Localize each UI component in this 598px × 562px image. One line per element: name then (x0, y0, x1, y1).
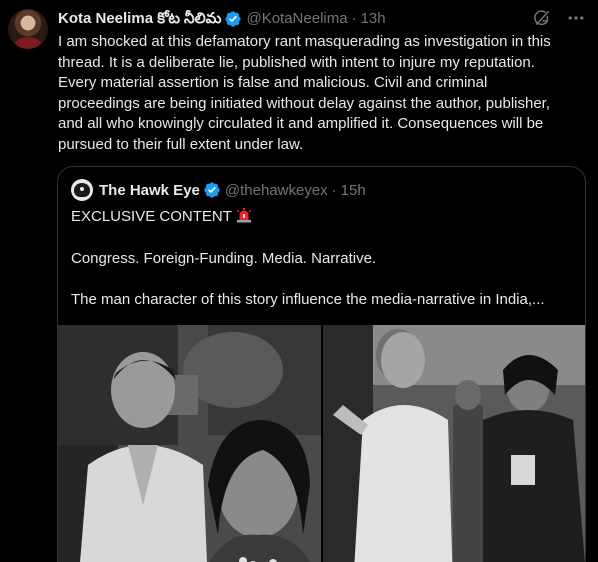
quoted-text-line: Congress. Foreign-Funding. Media. Narrat… (71, 250, 377, 267)
quoted-tweet[interactable]: The Hawk Eye @thehawkeyex · 15h EXCLUSIV… (57, 166, 586, 562)
author-display-name[interactable]: Kota Neelima కోట నీలిమ (58, 9, 221, 29)
tweet[interactable]: Kota Neelima కోట నీలిమ @KotaNeelima · 13… (0, 0, 598, 562)
quoted-text-line: EXCLUSIVE CONTENT (71, 207, 252, 227)
tweet-text-line: pursued to their full extent under law. (58, 135, 304, 153)
tweet-timestamp[interactable]: 13h (361, 9, 386, 29)
tweet-text-line: Every material assertion is false and ma… (58, 74, 488, 91)
tweet-text-line: and all who knowingly circulated it and … (58, 115, 544, 132)
more-icon[interactable] (566, 8, 586, 28)
verified-badge-icon (204, 182, 220, 198)
quoted-text-line: The man character of this story influenc… (71, 291, 545, 308)
tweet-text-line: thread. It is a deliberate lie, publishe… (58, 53, 535, 71)
quoted-text-exclusive: EXCLUSIVE CONTENT (71, 208, 232, 225)
quoted-tweet-header: The Hawk Eye @thehawkeyex · 15h (71, 179, 366, 201)
author-handle[interactable]: @KotaNeelima (246, 9, 347, 29)
author-avatar[interactable] (8, 9, 48, 49)
verified-badge-icon (225, 11, 242, 27)
quoted-author-display-name: The Hawk Eye (99, 181, 200, 199)
quoted-header-separator: · (331, 181, 337, 199)
header-separator: · (351, 10, 357, 27)
tweet-text: I am shocked at this defamatory rant mas… (58, 32, 588, 155)
tweet-text-line: proceedings are being initiated without … (58, 94, 551, 112)
quoted-photo-2[interactable] (323, 325, 585, 562)
quoted-tweet-timestamp: 15h (340, 181, 366, 199)
quoted-author-handle: @thehawkeyex (224, 181, 328, 199)
quoted-author-avatar (71, 179, 93, 201)
photo-crowd-illustration (323, 325, 585, 562)
siren-emoji (236, 208, 251, 223)
tweet-text-line: I am shocked at this defamatory rant mas… (58, 33, 551, 50)
tweet-actions-top (532, 8, 586, 28)
quoted-photo-1[interactable] (58, 325, 321, 562)
photo-couple-illustration (58, 325, 321, 562)
grok-icon[interactable] (532, 8, 552, 28)
tweet-header: Kota Neelima కోట నీలిమ @KotaNeelima · 13… (58, 8, 386, 30)
quoted-media (58, 325, 585, 562)
